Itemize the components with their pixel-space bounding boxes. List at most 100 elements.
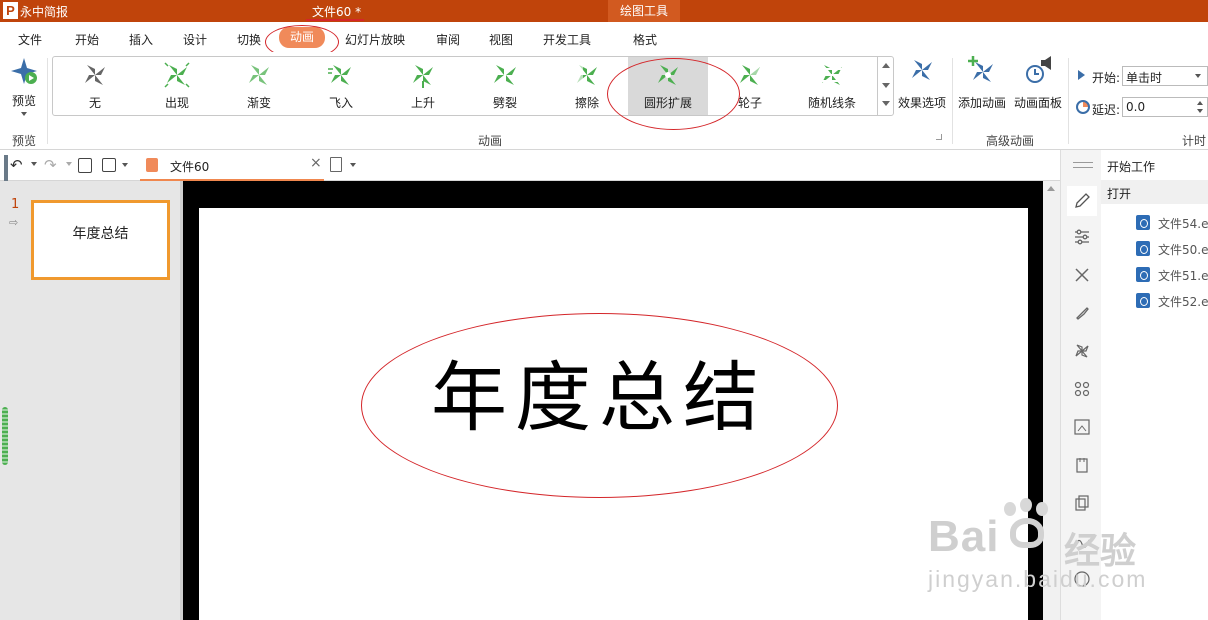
rise-star-icon xyxy=(413,65,433,88)
menu-insert[interactable]: 插入 xyxy=(129,31,153,48)
slide-thumbnail[interactable]: 年度总结 xyxy=(31,200,170,280)
anim-fly-in-label: 飞入 xyxy=(328,96,353,110)
app-name: 永中简报 xyxy=(20,5,69,19)
recent-file[interactable]: 文件52.eio xyxy=(1136,293,1208,310)
preview-star-icon xyxy=(11,58,37,84)
document-file-icon xyxy=(1136,293,1150,308)
anim-appear[interactable]: 出现 xyxy=(137,57,217,115)
fly-in-star-icon xyxy=(328,65,351,85)
effect-options-button[interactable]: 效果选项 xyxy=(896,56,948,120)
split-star-icon xyxy=(494,63,516,87)
animation-pane-side-icon[interactable] xyxy=(1073,342,1091,360)
slide-thumbnails-panel: 1 ⇨ 年度总结 xyxy=(0,181,180,620)
pencil-icon xyxy=(1075,193,1090,208)
delay-input[interactable]: 0.0 xyxy=(1122,97,1208,117)
print-preview-icon[interactable] xyxy=(78,158,92,173)
group-divider xyxy=(47,58,48,144)
anim-fly-in[interactable]: 飞入 xyxy=(301,57,381,115)
delay-up-icon[interactable] xyxy=(1197,101,1203,105)
animation-group-label: 动画 xyxy=(478,134,503,148)
preview-dropdown-icon xyxy=(21,112,27,116)
anim-random-bars[interactable]: 随机线条 xyxy=(792,57,872,115)
new-document-dropdown-icon[interactable] xyxy=(350,163,356,167)
drawing-tools-context-tab[interactable]: 绘图工具 xyxy=(608,0,680,22)
group-divider xyxy=(952,58,953,144)
brush-icon[interactable] xyxy=(1073,304,1091,322)
anim-split-label: 劈裂 xyxy=(492,96,517,110)
menu-file[interactable]: 文件 xyxy=(18,31,42,48)
grid-icon[interactable] xyxy=(1073,380,1091,398)
scroll-up-icon[interactable] xyxy=(1047,186,1055,191)
copy-icon[interactable] xyxy=(1073,494,1091,512)
vertical-scrollbar[interactable] xyxy=(1043,181,1060,620)
anim-rise-label: 上升 xyxy=(410,96,435,110)
title-underline-annotation xyxy=(306,19,364,21)
delay-down-icon[interactable] xyxy=(1197,109,1203,113)
anim-none-label: 无 xyxy=(88,96,101,110)
title-bar: P 永中简报 文件60 * 绘图工具 xyxy=(0,0,1208,22)
sliders-icon[interactable] xyxy=(1073,228,1091,246)
delay-input-value: 0.0 xyxy=(1126,100,1146,114)
document-tab[interactable]: 文件60 × xyxy=(140,150,324,181)
start-label: 开始: xyxy=(1092,71,1121,85)
start-select[interactable]: 单击时 xyxy=(1122,66,1208,86)
left-scroll-indicator[interactable] xyxy=(2,407,8,465)
delay-label: 延迟: xyxy=(1092,103,1121,117)
anim-split[interactable]: 劈裂 xyxy=(465,57,545,115)
gallery-up-icon[interactable] xyxy=(882,63,890,68)
recent-file[interactable]: 文件50.eio xyxy=(1136,241,1208,258)
watermark-paw-icon xyxy=(1000,498,1060,554)
menu-transitions[interactable]: 切换 xyxy=(237,31,261,48)
advanced-group-label: 高级动画 xyxy=(986,134,1035,148)
edit-pane-tab[interactable] xyxy=(1067,186,1097,216)
animation-group-launcher-icon[interactable] xyxy=(936,134,942,140)
save-icon[interactable] xyxy=(102,158,116,172)
slide-editor: 年度总结 xyxy=(183,181,1043,620)
animation-gallery: 无 出现 渐变 飞入 上升 劈裂 擦除 圆形扩展 轮子 随机线条 xyxy=(52,56,894,116)
document-file-icon xyxy=(1136,215,1150,230)
pane-menu-icon[interactable] xyxy=(1073,162,1093,168)
group-divider xyxy=(1068,58,1069,144)
recent-file[interactable]: 文件51.eio xyxy=(1136,267,1208,284)
animation-pane-button[interactable]: 动画面板 xyxy=(1012,56,1064,120)
new-document-icon[interactable] xyxy=(330,157,342,172)
menu-format[interactable]: 格式 xyxy=(633,31,657,48)
menu-review[interactable]: 审阅 xyxy=(436,31,460,48)
customize-dropdown-icon[interactable] xyxy=(122,163,128,167)
watermark-brand: Bai xyxy=(928,512,1000,561)
menu-home[interactable]: 开始 xyxy=(75,31,99,48)
slide-canvas[interactable]: 年度总结 xyxy=(199,208,1028,620)
preview-button[interactable]: 预览 xyxy=(4,56,44,120)
clipboard-icon[interactable] xyxy=(1073,456,1091,474)
undo-icon[interactable]: ↶ xyxy=(10,156,23,174)
add-animation-icon xyxy=(968,56,993,82)
menu-slideshow[interactable]: 幻灯片放映 xyxy=(345,31,405,48)
close-tab-icon[interactable]: × xyxy=(310,155,322,171)
anim-fade[interactable]: 渐变 xyxy=(219,57,299,115)
gallery-down-icon[interactable] xyxy=(882,83,890,88)
anim-rise[interactable]: 上升 xyxy=(383,57,463,115)
document-title: 文件60 * xyxy=(312,5,362,19)
menu-view[interactable]: 视图 xyxy=(489,31,513,48)
image-icon[interactable] xyxy=(1073,418,1091,436)
redo-icon[interactable]: ↷ xyxy=(44,156,57,174)
timing-group-label: 计时 xyxy=(1182,134,1207,148)
anim-none[interactable]: 无 xyxy=(55,57,135,115)
redo-dropdown-icon[interactable] xyxy=(66,162,72,166)
start-select-value: 单击时 xyxy=(1126,71,1163,85)
document-file-icon xyxy=(1136,241,1150,256)
add-animation-button[interactable]: 添加动画 xyxy=(956,56,1008,120)
undo-dropdown-icon[interactable] xyxy=(31,162,37,166)
anim-random-bars-label: 随机线条 xyxy=(807,96,856,110)
gallery-scroll[interactable] xyxy=(877,57,893,115)
anim-fade-label: 渐变 xyxy=(246,96,271,110)
anim-appear-label: 出现 xyxy=(164,96,189,110)
menu-developer[interactable]: 开发工具 xyxy=(543,31,591,48)
watermark-url: jingyan.baidu.com xyxy=(928,566,1148,592)
tools-icon[interactable] xyxy=(1073,266,1091,284)
menu-design[interactable]: 设计 xyxy=(183,31,207,48)
gallery-more-icon[interactable] xyxy=(882,101,890,106)
ribbon: 预览 预览 无 出现 渐变 飞入 上升 劈裂 擦除 圆形扩展 轮子 随机线条 效… xyxy=(0,52,1208,150)
recent-file[interactable]: 文件54.eio xyxy=(1136,215,1208,232)
task-pane-header: 开始工作 xyxy=(1107,160,1156,174)
